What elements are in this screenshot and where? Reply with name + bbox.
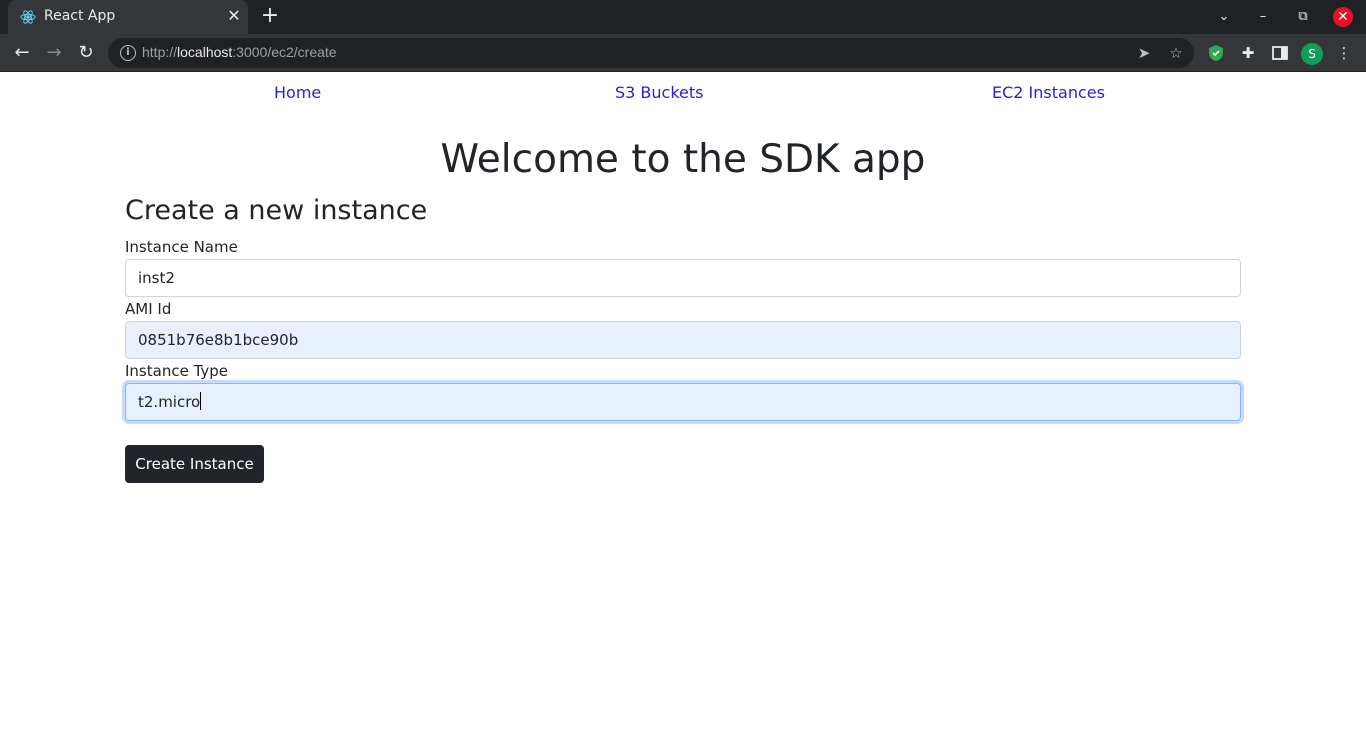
browser-toolbar: ← → ↻ i http://localhost:3000/ec2/create… [0, 34, 1366, 72]
page-content: Home S3 Buckets EC2 Instances Welcome to… [0, 73, 1366, 741]
sidepanel-icon[interactable] [1270, 43, 1290, 63]
send-icon[interactable]: ➤ [1134, 43, 1154, 63]
restore-icon[interactable]: ⧉ [1293, 7, 1313, 27]
instance-name-input[interactable]: inst2 [125, 259, 1241, 297]
nav-link-ec2-instances[interactable]: EC2 Instances [992, 83, 1105, 102]
nav-link-home[interactable]: Home [274, 83, 321, 102]
forward-icon[interactable]: → [42, 42, 66, 64]
close-icon[interactable]: ✕ [224, 6, 244, 26]
address-bar[interactable]: i http://localhost:3000/ec2/create ➤ ☆ [108, 38, 1194, 68]
info-icon[interactable]: i [120, 45, 136, 61]
text-caret [200, 392, 202, 410]
instance-type-value: t2.micro [138, 393, 201, 411]
avatar[interactable]: S [1301, 43, 1323, 65]
star-icon[interactable]: ☆ [1166, 43, 1186, 63]
page-title: Welcome to the SDK app [440, 137, 926, 182]
tab-title: React App [44, 8, 116, 24]
form-title: Create a new instance [125, 195, 428, 226]
plus-icon[interactable]: + [259, 5, 281, 28]
kebab-menu-icon[interactable]: ⋮ [1334, 43, 1354, 63]
browser-tabbar: React App ✕ + ⌄ – ⧉ ✕ [0, 0, 1366, 34]
chevron-down-icon[interactable]: ⌄ [1214, 7, 1234, 27]
reload-icon[interactable]: ↻ [74, 42, 98, 64]
minimize-icon[interactable]: – [1253, 7, 1273, 27]
back-icon[interactable]: ← [10, 42, 34, 64]
instance-type-label: Instance Type [125, 362, 229, 380]
ami-id-input[interactable]: 0851b76e8b1bce90b [125, 321, 1241, 359]
url-text: http://localhost:3000/ec2/create [142, 44, 337, 60]
window-close-icon[interactable]: ✕ [1333, 7, 1353, 27]
react-favicon-icon [20, 10, 36, 24]
instance-name-label: Instance Name [125, 238, 238, 256]
browser-tab[interactable]: React App ✕ [8, 0, 248, 34]
shield-extension-icon[interactable] [1206, 43, 1226, 63]
instance-type-input[interactable]: t2.micro [125, 383, 1241, 421]
create-instance-button[interactable]: Create Instance [125, 445, 264, 483]
ami-id-label: AMI Id [125, 300, 172, 318]
nav-link-s3-buckets[interactable]: S3 Buckets [615, 83, 703, 102]
puzzle-icon[interactable]: ✚ [1238, 43, 1258, 63]
